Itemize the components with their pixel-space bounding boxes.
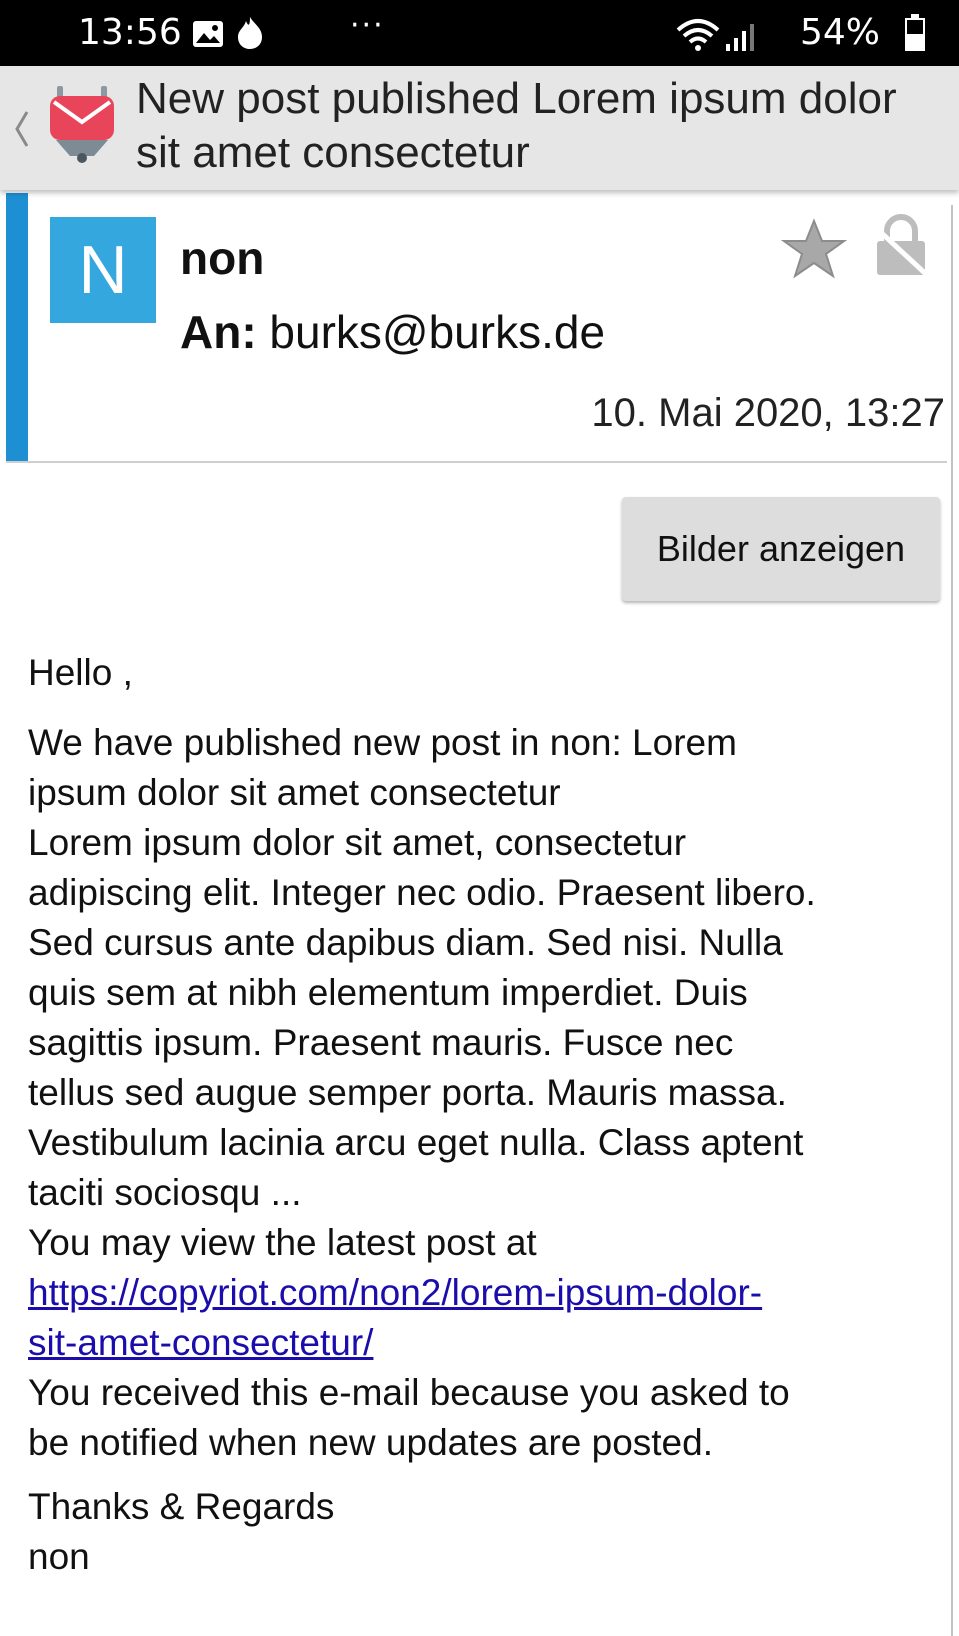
star-icon[interactable]: [781, 218, 847, 280]
closing-text: Thanks & Regards: [28, 1486, 335, 1527]
status-time: 13:56: [78, 12, 182, 53]
recipient-line: An: burks@burks.de: [180, 305, 605, 359]
notice-line: be notified when new updates are posted.: [28, 1422, 713, 1463]
excerpt-line: Lorem ipsum dolor sit amet, consectetur: [28, 822, 687, 863]
excerpt-line: adipiscing elit. Integer nec odio. Praes…: [28, 872, 816, 913]
message-date: 10. Mai 2020, 13:27: [591, 391, 945, 435]
excerpt-line: Sed cursus ante dapibus diam. Sed nisi. …: [28, 922, 783, 963]
notice-line: You received this e-mail because you ask…: [28, 1372, 790, 1413]
wifi-icon: [676, 19, 720, 51]
excerpt-line: sagittis ipsum. Praesent mauris. Fusce n…: [28, 1022, 734, 1063]
battery-icon: [905, 14, 925, 51]
status-bar: 13:56 ··· 54%: [0, 0, 959, 66]
excerpt-line: tellus sed augue semper porta. Mauris ma…: [28, 1072, 787, 1113]
recipient-address[interactable]: burks@burks.de: [269, 306, 605, 358]
sender-name[interactable]: non: [180, 231, 264, 285]
post-link[interactable]: https://copyriot.com/non2/lorem-ipsum-do…: [28, 1268, 943, 1368]
message-greeting: Hello ,: [28, 652, 133, 693]
signature-text: non: [28, 1536, 90, 1577]
message-header: N non An: burks@burks.de 10. Mai 2020, 1…: [6, 193, 947, 463]
image-icon: [193, 21, 223, 47]
signal-icon: [726, 24, 754, 51]
back-chevron-icon[interactable]: [14, 110, 30, 148]
excerpt-line: Vestibulum lacinia arcu eget nulla. Clas…: [28, 1122, 804, 1163]
excerpt-line: taciti sociosqu ...: [28, 1172, 302, 1213]
recipient-label: An:: [180, 306, 257, 358]
message-subject-title: New post published Lorem ipsum dolor sit…: [136, 74, 897, 177]
message-body: We have published new post in non: Lorem…: [28, 718, 943, 1468]
battery-percent: 54%: [800, 12, 881, 53]
flame-icon: [238, 17, 262, 49]
intro-line: ipsum dolor sit amet consectetur: [28, 772, 561, 813]
show-images-button[interactable]: Bilder anzeigen: [622, 497, 940, 601]
lock-icon: [873, 214, 929, 277]
excerpt-line: quis sem at nibh elementum imperdiet. Du…: [28, 972, 748, 1013]
message-closing: Thanks & Regards non: [28, 1482, 943, 1582]
scrollbar[interactable]: [951, 205, 953, 1636]
status-overflow: ···: [350, 8, 385, 43]
post-link-line[interactable]: https://copyriot.com/non2/lorem-ipsum-do…: [28, 1268, 943, 1318]
intro-line: We have published new post in non: Lorem: [28, 722, 737, 763]
view-post-text: You may view the latest post at: [28, 1222, 537, 1263]
sender-avatar[interactable]: N: [50, 217, 156, 323]
app-logo-icon[interactable]: [46, 84, 118, 164]
app-bar: New post published Lorem ipsum dolor sit…: [0, 66, 959, 190]
unread-accent-bar: [6, 193, 28, 461]
post-link-line[interactable]: sit-amet-consectetur/: [28, 1318, 943, 1368]
